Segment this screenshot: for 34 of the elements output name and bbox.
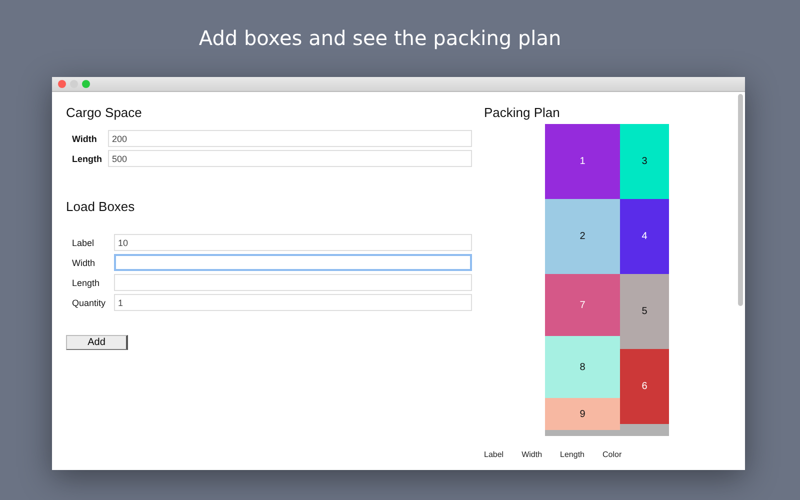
input-field[interactable]: 500 xyxy=(108,150,472,167)
packed-box: 6 xyxy=(620,349,669,424)
packed-box: 1 xyxy=(545,124,620,199)
packed-box: 9 xyxy=(545,398,620,430)
field-label: Width xyxy=(72,134,98,144)
column-header: Color xyxy=(602,450,622,459)
packed-box: 7 xyxy=(545,274,620,336)
input-field[interactable]: 10 xyxy=(114,234,472,251)
column-header: Label xyxy=(484,450,504,459)
section-title: Packing Plan xyxy=(484,105,561,120)
input-field[interactable] xyxy=(114,274,472,291)
input-field[interactable]: 1 xyxy=(114,294,472,311)
input-field[interactable]: 200 xyxy=(108,130,472,147)
minimize-icon[interactable] xyxy=(70,80,78,88)
page-headline: Add boxes and see the packing plan xyxy=(198,26,562,52)
packed-box: 5 xyxy=(620,274,669,349)
field-label: Width xyxy=(72,258,96,268)
packed-box: 2 xyxy=(545,199,620,274)
scrollbar[interactable] xyxy=(738,94,743,306)
packed-box: 8 xyxy=(545,336,620,398)
close-icon[interactable] xyxy=(58,80,66,88)
column-header: Length xyxy=(560,450,584,459)
field-label: Quantity xyxy=(72,298,107,308)
input-field[interactable] xyxy=(114,254,472,271)
zoom-icon[interactable] xyxy=(82,80,90,88)
field-label: Label xyxy=(72,238,96,248)
add-button[interactable]: Add xyxy=(66,335,128,350)
packed-box: 4 xyxy=(620,199,669,274)
section-title: Cargo Space xyxy=(66,105,143,120)
field-label: Length xyxy=(72,154,103,164)
column-header: Width xyxy=(522,450,542,459)
packed-box: 3 xyxy=(620,124,669,199)
field-label: Length xyxy=(72,278,101,288)
section-title: Load Boxes xyxy=(66,199,136,214)
